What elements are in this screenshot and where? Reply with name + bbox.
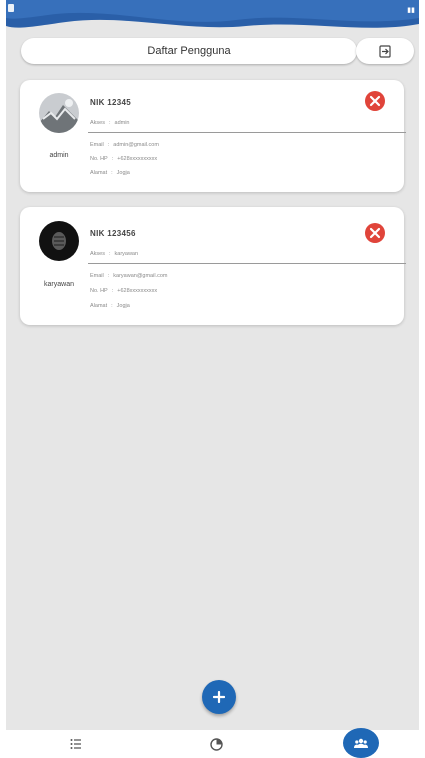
- phone-label: No. HP: [90, 288, 108, 294]
- email-value: admin@gmail.com: [113, 142, 159, 148]
- phone-label: No. HP: [90, 156, 108, 162]
- phone-value: +628xxxxxxxxxx: [117, 288, 158, 294]
- delete-user-button[interactable]: [364, 222, 386, 244]
- email-label: Email: [90, 273, 104, 279]
- access-row: Akses: admin: [90, 120, 130, 126]
- access-value: karyawan: [114, 251, 139, 257]
- address-row: Alamat: Jogja: [90, 170, 130, 176]
- battery-icon: ▮▮: [407, 7, 415, 14]
- phone-row: No. HP: +628xxxxxxxxxx: [90, 288, 158, 294]
- nav-item-chart[interactable]: [206, 730, 226, 758]
- plus-icon: [213, 691, 225, 703]
- phone-row: No. HP: +628xxxxxxxxxx: [90, 156, 158, 162]
- username-label: admin: [49, 152, 69, 159]
- email-value: karyawan@gmail.com: [113, 273, 168, 279]
- nav-item-users[interactable]: [343, 728, 379, 758]
- nav-item-list[interactable]: [66, 730, 86, 758]
- avatar: [39, 221, 79, 261]
- address-value: Jogja: [116, 303, 130, 309]
- avatar: [39, 93, 79, 133]
- list-icon: [70, 739, 81, 749]
- status-bar-icon: [8, 4, 14, 12]
- divider: [88, 263, 406, 264]
- chart-pie-icon: [209, 737, 223, 751]
- address-label: Alamat: [90, 170, 108, 176]
- nik-label: NIK 12345: [90, 98, 131, 107]
- close-circle-icon: [365, 91, 385, 111]
- add-user-button[interactable]: [202, 680, 236, 714]
- username-label: karyawan: [44, 281, 74, 288]
- file-export-icon: [379, 44, 391, 58]
- delete-user-button[interactable]: [364, 90, 386, 112]
- address-row: Alamat: Jogja: [90, 303, 130, 309]
- access-value: admin: [114, 120, 130, 126]
- app-screen: ▮▮ Daftar Pengguna admin NIK 12345 Akses…: [6, 0, 419, 730]
- user-card: karyawan NIK 123456 Akses: karyawan Email…: [20, 207, 406, 325]
- user-card: admin NIK 12345 Akses: admin Email: admin@…: [20, 80, 406, 192]
- close-circle-icon: [365, 223, 385, 243]
- access-label: Akses: [90, 120, 105, 126]
- address-label: Alamat: [90, 303, 108, 309]
- email-label: Email: [90, 142, 104, 148]
- page-title: Daftar Pengguna: [21, 38, 357, 64]
- export-button[interactable]: [356, 38, 414, 64]
- nik-label: NIK 123456: [90, 229, 136, 238]
- divider: [88, 132, 406, 133]
- email-row: Email: admin@gmail.com: [90, 142, 159, 148]
- email-row: Email: karyawan@gmail.com: [90, 273, 168, 279]
- phone-value: +628xxxxxxxxxx: [117, 156, 158, 162]
- access-label: Akses: [90, 251, 105, 257]
- address-value: Jogja: [116, 170, 130, 176]
- users-icon: [354, 738, 368, 748]
- access-row: Akses: karyawan: [90, 251, 139, 257]
